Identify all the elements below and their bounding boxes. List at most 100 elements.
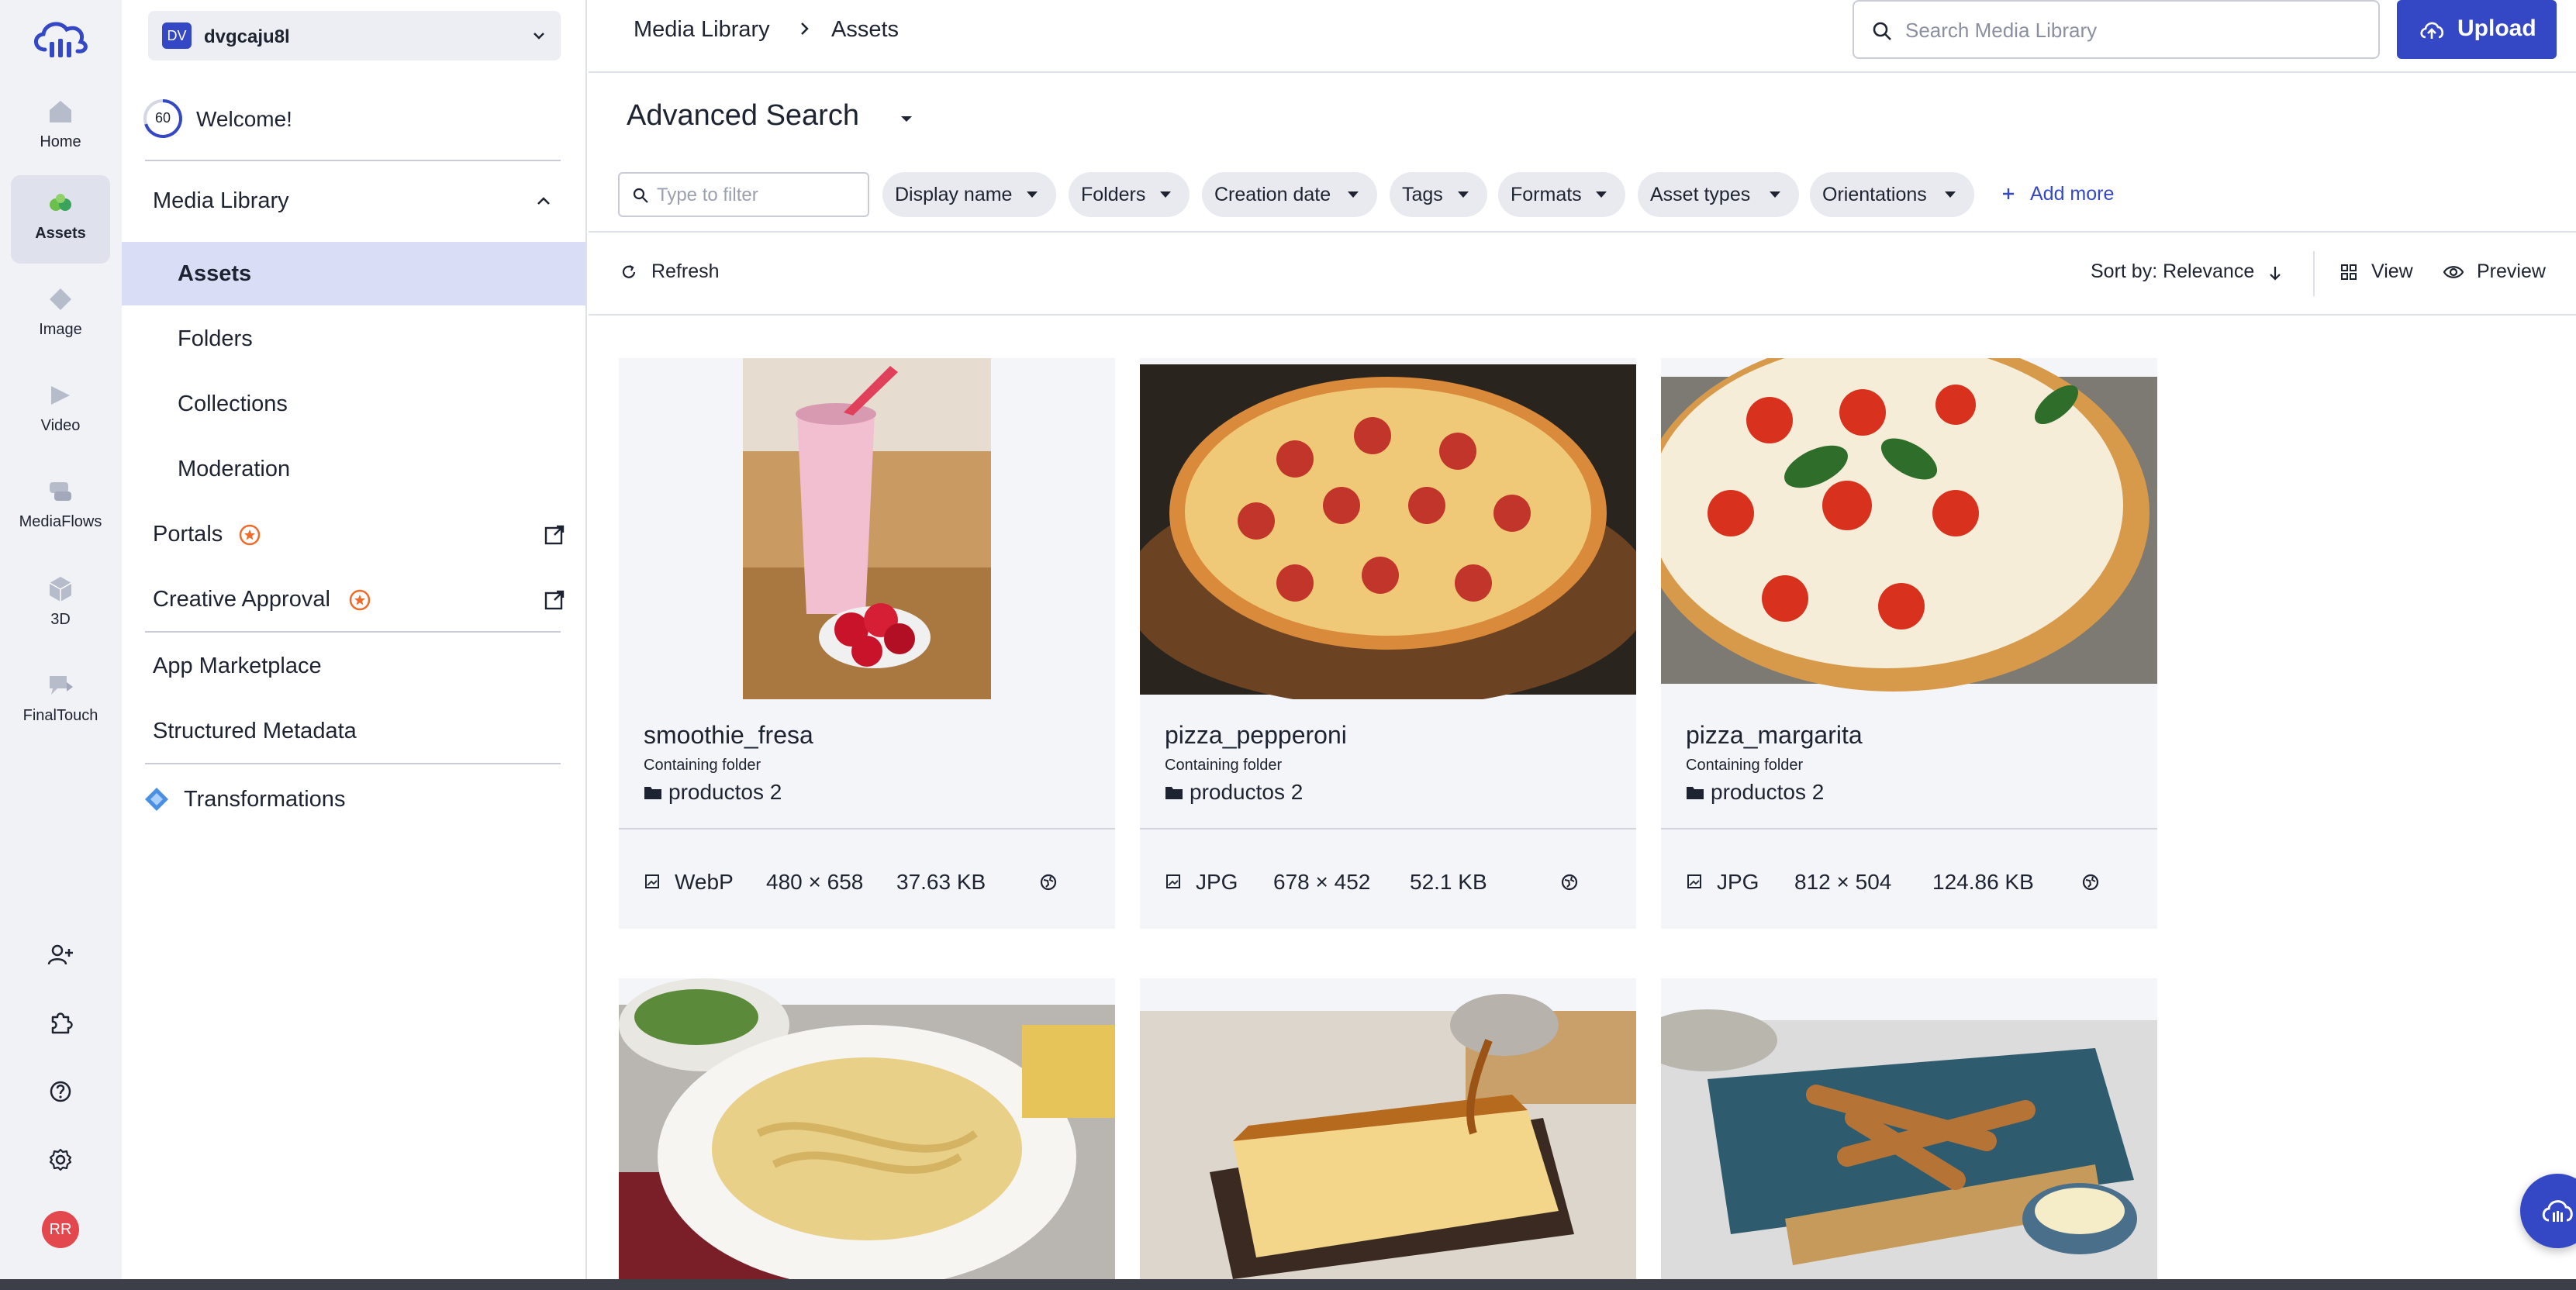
sort-by-dropdown[interactable]: Sort by: Relevance <box>2091 260 2254 283</box>
asset-thumbnail[interactable] <box>1140 358 1636 699</box>
filter-input[interactable] <box>657 183 858 208</box>
welcome-link[interactable]: Welcome! <box>196 107 292 132</box>
sidebar-item-collections[interactable]: Collections <box>122 372 585 436</box>
sidebar-item-structured-metadata[interactable]: Structured Metadata <box>122 699 585 763</box>
filter-chip-display-name[interactable]: Display name <box>882 172 1056 217</box>
rail-3d-label: 3D <box>50 611 71 628</box>
filter-chip-formats[interactable]: Formats <box>1498 172 1625 217</box>
smoothie-image <box>619 358 1115 699</box>
chip-label: Asset types <box>1650 184 1751 205</box>
help-icon[interactable] <box>45 1076 76 1107</box>
sidebar-item-folders[interactable]: Folders <box>122 307 585 371</box>
containing-folder-label: Containing folder <box>1165 757 1283 774</box>
asset-card[interactable]: pizza_pepperoni Containing folder produc… <box>1140 358 1636 929</box>
search-input[interactable] <box>1905 14 2363 47</box>
3d-icon <box>49 577 72 602</box>
image-file-icon <box>1166 874 1180 888</box>
grid-icon <box>2341 264 2357 280</box>
assets-icon <box>50 194 71 211</box>
arrow-down-icon[interactable] <box>2266 264 2284 282</box>
divider <box>589 231 2576 233</box>
sidebar-item-label: Structured Metadata <box>153 719 357 743</box>
caret-down-icon <box>1458 191 1469 198</box>
sidebar-item-creative-approval[interactable]: Creative Approval <box>122 567 585 631</box>
asset-card[interactable] <box>1140 978 1636 1279</box>
image-file-icon <box>645 874 659 888</box>
refresh-icon <box>622 265 636 278</box>
asset-card[interactable]: pizza_margarita Containing folder produc… <box>1661 358 2157 929</box>
asset-name[interactable]: smoothie_fresa <box>644 721 813 750</box>
rail-image[interactable]: Image <box>11 271 110 360</box>
sidebar-item-label: Creative Approval <box>153 587 330 612</box>
asset-thumbnail[interactable] <box>619 358 1115 699</box>
divider <box>1140 828 1636 830</box>
finaltouch-icon <box>50 676 73 695</box>
sidebar-item-moderation[interactable]: Moderation <box>122 437 585 501</box>
breadcrumb-media-library[interactable]: Media Library <box>634 17 770 43</box>
divider <box>619 828 1115 830</box>
add-user-icon[interactable] <box>45 940 76 971</box>
globe-icon[interactable] <box>2081 873 2100 892</box>
sidebar-item-app-marketplace[interactable]: App Marketplace <box>122 634 585 698</box>
caret-down-icon[interactable] <box>896 109 917 129</box>
search-icon <box>1873 22 1891 40</box>
rail-home[interactable]: Home <box>11 84 110 172</box>
puzzle-icon[interactable] <box>45 1008 76 1039</box>
filter-chip-tags[interactable]: Tags <box>1390 172 1487 217</box>
sidebar-item-label: Collections <box>178 391 288 416</box>
preview-label: Preview <box>2477 260 2546 282</box>
filter-chip-folders[interactable]: Folders <box>1069 172 1190 217</box>
asset-card[interactable]: smoothie_fresa Containing folder product… <box>619 358 1115 929</box>
containing-folder-label: Containing folder <box>644 757 761 774</box>
filter-chip-asset-types[interactable]: Asset types <box>1638 172 1799 217</box>
asset-name[interactable]: pizza_pepperoni <box>1165 721 1347 750</box>
rail-finaltouch[interactable]: FinalTouch <box>11 657 110 746</box>
view-label: View <box>2371 260 2413 282</box>
rail-video[interactable]: Video <box>11 367 110 456</box>
divider <box>589 314 2576 316</box>
pizza-margarita-image <box>1661 358 2157 699</box>
asset-name[interactable]: pizza_margarita <box>1686 721 1863 750</box>
folder-link[interactable]: productos 2 <box>668 780 782 805</box>
rail-mediaflows[interactable]: MediaFlows <box>11 464 110 552</box>
filter-box[interactable] <box>618 172 869 217</box>
search-box[interactable] <box>1853 0 2380 59</box>
asset-card[interactable] <box>619 978 1115 1279</box>
asset-thumbnail[interactable] <box>1661 978 2157 1279</box>
cloudinary-assistant-button[interactable] <box>2520 1174 2576 1248</box>
asset-format: JPG <box>1196 870 1238 894</box>
divider <box>145 763 561 764</box>
account-name: dvgcaju8l <box>204 26 290 47</box>
account-switcher[interactable]: DV dvgcaju8l <box>148 11 561 60</box>
asset-thumbnail[interactable] <box>1661 358 2157 699</box>
cloudinary-logo[interactable] <box>29 16 92 62</box>
folder-link[interactable]: productos 2 <box>1711 780 1824 805</box>
filter-chip-creation-date[interactable]: Creation date <box>1202 172 1377 217</box>
asset-card[interactable] <box>1661 978 2157 1279</box>
sidebar-item-assets[interactable]: Assets <box>122 242 585 305</box>
sidebar-item-portals[interactable]: Portals <box>122 502 585 566</box>
divider <box>2313 251 2315 296</box>
sidebar-item-label: Portals <box>153 522 223 547</box>
sidebar-item-media-library[interactable]: Media Library <box>122 169 585 233</box>
sidebar-item-transformations[interactable]: Transformations <box>122 767 585 831</box>
pizza-pepperoni-image <box>1140 358 1636 699</box>
search-icon <box>633 188 648 203</box>
globe-icon[interactable] <box>1039 873 1058 892</box>
cloud-icon <box>2542 1200 2573 1222</box>
globe-icon[interactable] <box>1560 873 1579 892</box>
settings-gear-icon[interactable] <box>45 1144 76 1175</box>
upload-button[interactable]: Upload <box>2397 0 2557 59</box>
home-icon <box>50 101 71 122</box>
flan-image <box>1140 978 1636 1279</box>
caret-down-icon <box>1596 191 1607 198</box>
user-avatar[interactable]: RR <box>42 1211 79 1248</box>
folder-link[interactable]: productos 2 <box>1190 780 1303 805</box>
rail-3d[interactable]: 3D <box>11 561 110 650</box>
advanced-search-title[interactable]: Advanced Search <box>627 99 859 133</box>
rail-assets[interactable]: Assets <box>11 175 110 264</box>
asset-thumbnail[interactable] <box>619 978 1115 1279</box>
asset-thumbnail[interactable] <box>1140 978 1636 1279</box>
filter-chip-orientations[interactable]: Orientations <box>1810 172 1974 217</box>
containing-folder-label: Containing folder <box>1686 757 1804 774</box>
